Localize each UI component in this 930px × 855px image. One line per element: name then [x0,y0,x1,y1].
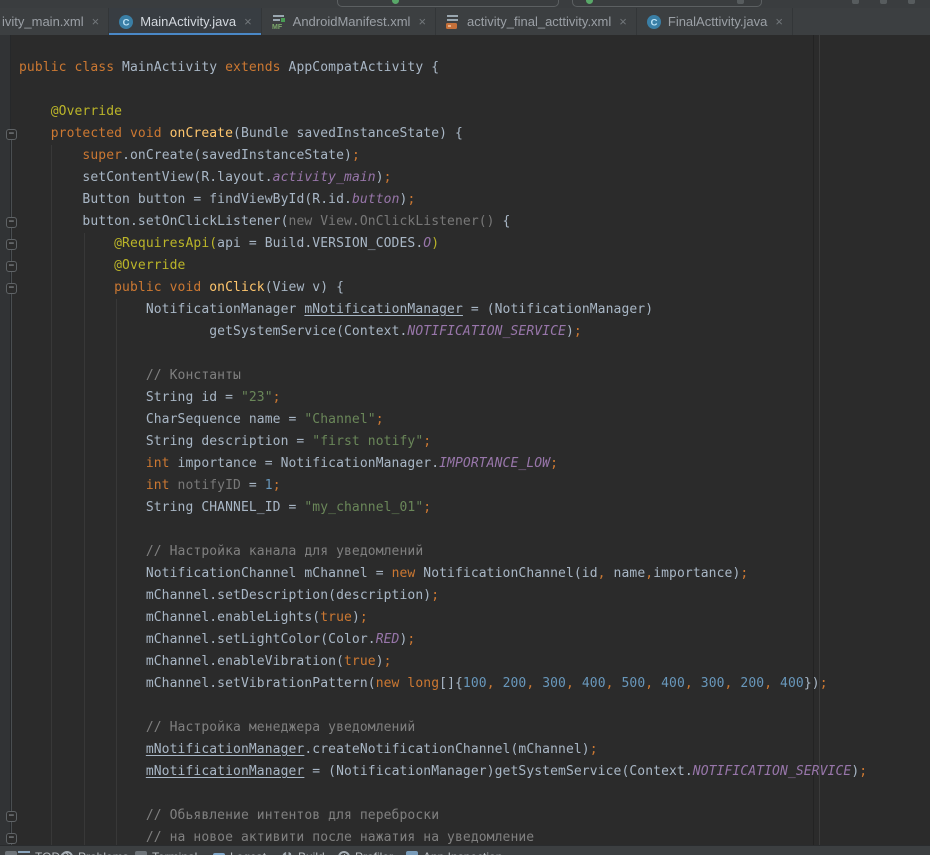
code-line[interactable]: button.setOnClickListener(new View.OnCli… [19,211,867,233]
code-line[interactable]: // на новое активити после нажатия на ув… [19,827,867,845]
java-class-icon: C [118,14,134,30]
java-class-icon: C [646,14,662,30]
code-line[interactable]: NotificationChannel mChannel = new Notif… [19,563,867,585]
fold-toggle-icon[interactable]: − [6,129,17,140]
svg-text:C: C [650,17,657,28]
code-line[interactable]: int importance = NotificationManager.IMP… [19,453,867,475]
tool-window-bar: TODO Problems Terminal Logcat ⚒ Build Pr… [0,845,930,855]
code-line[interactable]: mChannel.setLightColor(Color.RED); [19,629,867,651]
code-line[interactable]: super.onCreate(savedInstanceState); [19,145,867,167]
code-line[interactable]: // Настройка менеджера уведомлений [19,717,867,739]
tool-window-button-profiler[interactable]: Profiler [338,850,393,855]
code-line[interactable]: int notifyID = 1; [19,475,867,497]
toolbar-icon[interactable] [852,0,859,4]
window-layout-icon[interactable] [5,851,17,855]
svg-text:C: C [123,17,130,28]
code-line[interactable]: // Обьявление интентов для переброски [19,805,867,827]
tool-window-label: Problems [78,850,129,855]
code-line[interactable]: mNotificationManager.createNotificationC… [19,739,867,761]
fold-toggle-icon[interactable]: − [6,833,17,844]
code-line[interactable]: String CHANNEL_ID = "my_channel_01"; [19,497,867,519]
close-icon[interactable]: × [418,15,426,28]
tool-window-button-logcat[interactable]: Logcat [213,850,266,855]
code-line[interactable]: CharSequence name = "Channel"; [19,409,867,431]
tool-window-label: Logcat [230,850,266,855]
tool-window-label: Build [298,850,325,855]
editor-tab-bar: ivity_main.xml × C MainActivity.java × M… [0,8,930,36]
device-selector-widget[interactable] [572,0,762,7]
editor-gutter [0,35,10,845]
code-line[interactable]: mChannel.setDescription(description); [19,585,867,607]
code-line[interactable]: NotificationManager mNotificationManager… [19,299,867,321]
code-line[interactable]: Button button = findViewById(R.id.button… [19,189,867,211]
code-line[interactable]: @RequiresApi(api = Build.VERSION_CODES.O… [19,233,867,255]
tab-label: ivity_main.xml [2,14,84,29]
fold-toggle-icon[interactable]: − [6,217,17,228]
code-line[interactable]: String id = "23"; [19,387,867,409]
tab-label: FinalActtivity.java [668,14,767,29]
code-line[interactable]: public void onClick(View v) { [19,277,867,299]
layout-xml-file-icon [445,14,461,30]
tab-activity-main-xml[interactable]: ivity_main.xml × [0,8,109,35]
code-line[interactable]: protected void onCreate(Bundle savedInst… [19,123,867,145]
main-toolbar-strip [0,0,930,8]
close-icon[interactable]: × [244,15,252,28]
tab-label: AndroidManifest.xml [293,14,411,29]
close-icon[interactable]: × [775,15,783,28]
code-line[interactable] [19,343,867,365]
tab-label: activity_final_acttivity.xml [467,14,611,29]
tab-label: MainActivity.java [140,14,236,29]
code-line[interactable]: @Override [19,101,867,123]
todo-list-icon [18,851,30,855]
close-icon[interactable]: × [619,15,627,28]
fold-toggle-icon[interactable]: − [6,811,17,822]
tool-window-label: Profiler [355,850,393,855]
fold-toggle-icon[interactable]: − [6,239,17,250]
fold-toggle-icon[interactable]: − [6,261,17,272]
code-line[interactable] [19,695,867,717]
fold-toggle-icon[interactable]: − [6,283,17,294]
code-line[interactable] [19,79,867,101]
code-line[interactable]: getSystemService(Context.NOTIFICATION_SE… [19,321,867,343]
tab-finalacttivity-java[interactable]: C FinalActtivity.java × [637,8,793,35]
code-line[interactable]: mChannel.enableLights(true); [19,607,867,629]
problems-icon [61,851,73,855]
chevron-down-icon[interactable] [737,0,744,4]
build-hammer-icon: ⚒ [281,851,293,855]
code-line[interactable]: setContentView(R.layout.activity_main); [19,167,867,189]
code-line[interactable]: mNotificationManager = (NotificationMana… [19,761,867,783]
tab-activity-final-acttivity-xml[interactable]: activity_final_acttivity.xml × [436,8,637,35]
profiler-gauge-icon [338,851,350,855]
tool-window-button-terminal[interactable]: Terminal [135,850,197,855]
app-inspection-icon [406,851,418,855]
code-editor[interactable]: public class MainActivity extends AppCom… [0,35,930,845]
tool-window-button-app-inspection[interactable]: App Inspection [406,850,502,855]
code-line[interactable]: public class MainActivity extends AppCom… [19,57,867,79]
manifest-file-icon: MF [271,14,287,30]
code-line[interactable]: // Константы [19,365,867,387]
code-line[interactable]: @Override [19,255,867,277]
svg-text:MF: MF [272,24,283,30]
tab-androidmanifest-xml[interactable]: MF AndroidManifest.xml × [262,8,436,35]
code-line[interactable]: String description = "first notify"; [19,431,867,453]
tab-mainactivity-java[interactable]: C MainActivity.java × [109,8,261,35]
tool-window-label: App Inspection [423,850,502,855]
tool-window-label: Terminal [152,850,197,855]
toolbar-icon[interactable] [908,0,915,4]
code-line[interactable]: mChannel.setVibrationPattern(new long[]{… [19,673,867,695]
tool-window-button-problems[interactable]: Problems [61,850,129,855]
code-line[interactable] [19,519,867,541]
code-line[interactable] [19,783,867,805]
code-line[interactable]: // Настройка канала для уведомлений [19,541,867,563]
tool-window-button-build[interactable]: ⚒ Build [281,850,325,855]
code-line[interactable]: mChannel.enableVibration(true); [19,651,867,673]
toolbar-icon[interactable] [880,0,887,4]
run-configuration-widget[interactable] [337,0,559,7]
close-icon[interactable]: × [92,15,100,28]
terminal-icon [135,851,147,855]
code-text[interactable]: public class MainActivity extends AppCom… [19,57,867,845]
ide-window: ivity_main.xml × C MainActivity.java × M… [0,0,930,855]
